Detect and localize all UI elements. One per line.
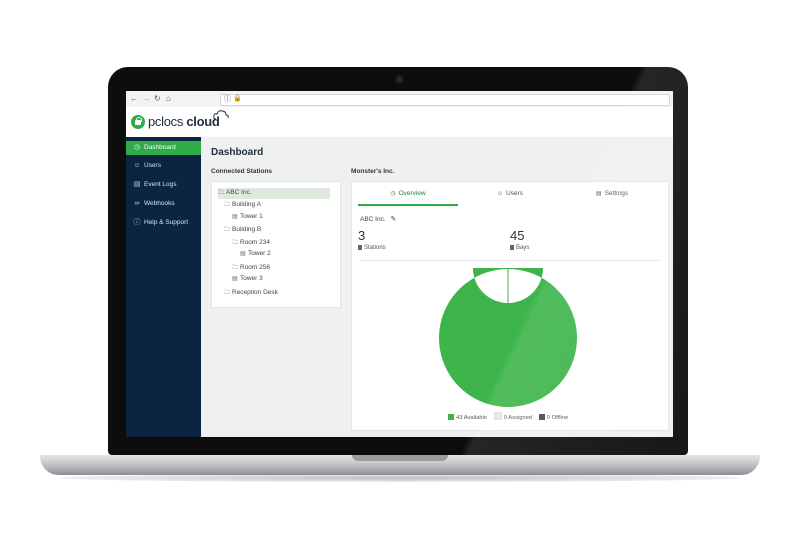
- stations-label: Stations: [358, 245, 386, 251]
- org-name-row: ABC Inc. ✎: [360, 215, 396, 223]
- lock-logo-icon: [131, 115, 145, 129]
- tab-users[interactable]: ☺ Users: [460, 190, 560, 204]
- tab-label: Overview: [398, 190, 426, 197]
- back-icon[interactable]: ←: [130, 93, 138, 105]
- tree-item-label: Room 234: [240, 239, 270, 246]
- info-icon: ⓘ: [224, 96, 231, 103]
- folder-icon: 🗀: [232, 240, 239, 246]
- browser-toolbar: ← → ↻ ⌂ ⓘ 🔒: [126, 91, 673, 108]
- legend-item-assigned: 0 Assigned: [493, 412, 533, 421]
- webcam: [395, 75, 404, 84]
- sidebar-item-label: Users: [144, 162, 161, 169]
- tab-label: Settings: [604, 190, 629, 197]
- station-icon: ▤: [240, 251, 246, 257]
- sidebar-item-users[interactable]: ☺ Users: [126, 159, 201, 173]
- folder-icon: 🗀: [224, 202, 231, 208]
- main-content: Dashboard Connected Stations Monster's I…: [201, 137, 673, 437]
- laptop-notch: [352, 455, 448, 461]
- tree-item[interactable]: ▤ Tower 3: [232, 275, 263, 286]
- tree-item[interactable]: 🗀 Room 256: [232, 263, 270, 274]
- dashboard-icon: ◷: [133, 144, 141, 151]
- sidebar-item-event-logs[interactable]: ▤ Event Logs: [126, 178, 201, 192]
- cloud-logo-icon: [213, 110, 229, 120]
- stat-label: Stations: [364, 245, 386, 251]
- sidebar: ◷ Dashboard ☺ Users ▤ Event Logs ∞ Webho…: [126, 137, 201, 437]
- help-icon: ⓘ: [133, 219, 141, 226]
- tree-item[interactable]: ▤ Tower 2: [240, 250, 271, 261]
- tree-item[interactable]: 🗀 Reception Desk: [224, 288, 278, 299]
- stations-count: 3: [358, 228, 366, 243]
- sidebar-item-label: Dashboard: [144, 144, 176, 151]
- tab-overview[interactable]: ◷ Overview: [358, 190, 458, 206]
- tree-item[interactable]: 🗀 Room 234: [232, 238, 270, 249]
- legend-item-available: 43 Available: [448, 414, 488, 421]
- page-title: Dashboard: [211, 147, 264, 158]
- tab-label: Users: [506, 190, 524, 197]
- legend-swatch: [493, 412, 502, 420]
- reload-icon[interactable]: ↻: [154, 93, 161, 105]
- legend-swatch: [538, 414, 545, 420]
- legend-label: 0 Offline: [546, 415, 569, 421]
- org-name: ABC Inc.: [360, 216, 386, 223]
- sidebar-item-dashboard[interactable]: ◷ Dashboard: [126, 141, 201, 155]
- tree-item-label: Tower 2: [248, 250, 271, 257]
- clock-icon: ◷: [390, 191, 396, 197]
- station-panel: ◷ Overview ☺ Users ▤ Settings ABC Inc. ✎ 3 …: [351, 181, 669, 431]
- sidebar-item-label: Help & Support: [144, 219, 189, 226]
- legend-swatch: [448, 414, 454, 420]
- folder-icon: 🗀: [218, 190, 225, 196]
- bays-count: 45: [510, 228, 525, 243]
- sidebar-item-webhooks[interactable]: ∞ Webhooks: [126, 197, 201, 211]
- stat-label: Bays: [516, 245, 530, 251]
- tree-item-label: Building A: [232, 201, 261, 208]
- logo-prefix: pclocs: [148, 114, 184, 129]
- tree-item[interactable]: 🗀 Building A: [224, 200, 261, 211]
- sidebar-item-label: Webhooks: [144, 200, 175, 207]
- legend-label: 43 Available: [456, 415, 488, 421]
- settings-icon: ▤: [595, 191, 602, 197]
- tree-item-label: Room 256: [240, 264, 270, 271]
- tree-item-label: Tower 3: [240, 275, 263, 282]
- selected-org-label: Monster's Inc.: [351, 168, 395, 175]
- legend-label: 0 Assigned: [503, 415, 533, 421]
- tree-item-label: Reception Desk: [232, 289, 278, 296]
- bay-icon: [510, 245, 514, 250]
- station-tree: 🗀 ABC Inc. 🗀 Building A ▤ Tower 1 🗀 Building…: [211, 181, 341, 308]
- document-icon: ▤: [133, 181, 141, 188]
- legend-item-offline: 0 Offline: [538, 414, 569, 421]
- app-header: pclocs cloud: [126, 107, 673, 137]
- address-bar[interactable]: ⓘ 🔒: [220, 94, 670, 106]
- bays-label: Bays: [510, 245, 529, 251]
- tab-settings[interactable]: ▤ Settings: [562, 190, 662, 204]
- sidebar-item-help[interactable]: ⓘ Help & Support: [126, 216, 201, 230]
- tree-item[interactable]: ▤ Tower 1: [232, 213, 263, 224]
- tree-item[interactable]: 🗀 ABC Inc.: [218, 188, 330, 199]
- edit-icon[interactable]: ✎: [390, 216, 396, 223]
- laptop-shadow: [60, 474, 740, 482]
- tree-item-label: Tower 1: [240, 213, 263, 220]
- lock-icon: 🔒: [233, 95, 242, 102]
- connected-stations-label: Connected Stations: [211, 168, 273, 175]
- folder-icon: 🗀: [224, 227, 231, 233]
- home-icon[interactable]: ⌂: [166, 93, 171, 105]
- user-icon: ☺: [496, 191, 504, 197]
- folder-icon: 🗀: [224, 290, 231, 296]
- forward-icon[interactable]: →: [142, 93, 150, 105]
- tree-item[interactable]: 🗀 Building B: [224, 225, 261, 236]
- bay-status-donut-chart: [439, 268, 577, 407]
- screen: ← → ↻ ⌂ ⓘ 🔒 pclocs cloud ◷ Dashboard ☺ U…: [126, 91, 673, 437]
- station-icon: ▤: [232, 276, 238, 282]
- logo[interactable]: pclocs cloud: [148, 114, 220, 129]
- user-icon: ☺: [133, 162, 141, 169]
- tree-item-label: Building B: [232, 226, 262, 233]
- chart-legend: 43 Available 0 Assigned 0 Offline: [448, 412, 568, 421]
- station-icon: ▤: [232, 214, 238, 220]
- folder-icon: 🗀: [232, 265, 239, 271]
- divider: [360, 260, 660, 261]
- tree-item-label: ABC Inc.: [226, 189, 252, 196]
- station-icon: [358, 245, 362, 250]
- link-icon: ∞: [134, 200, 140, 207]
- sidebar-item-label: Event Logs: [144, 181, 177, 188]
